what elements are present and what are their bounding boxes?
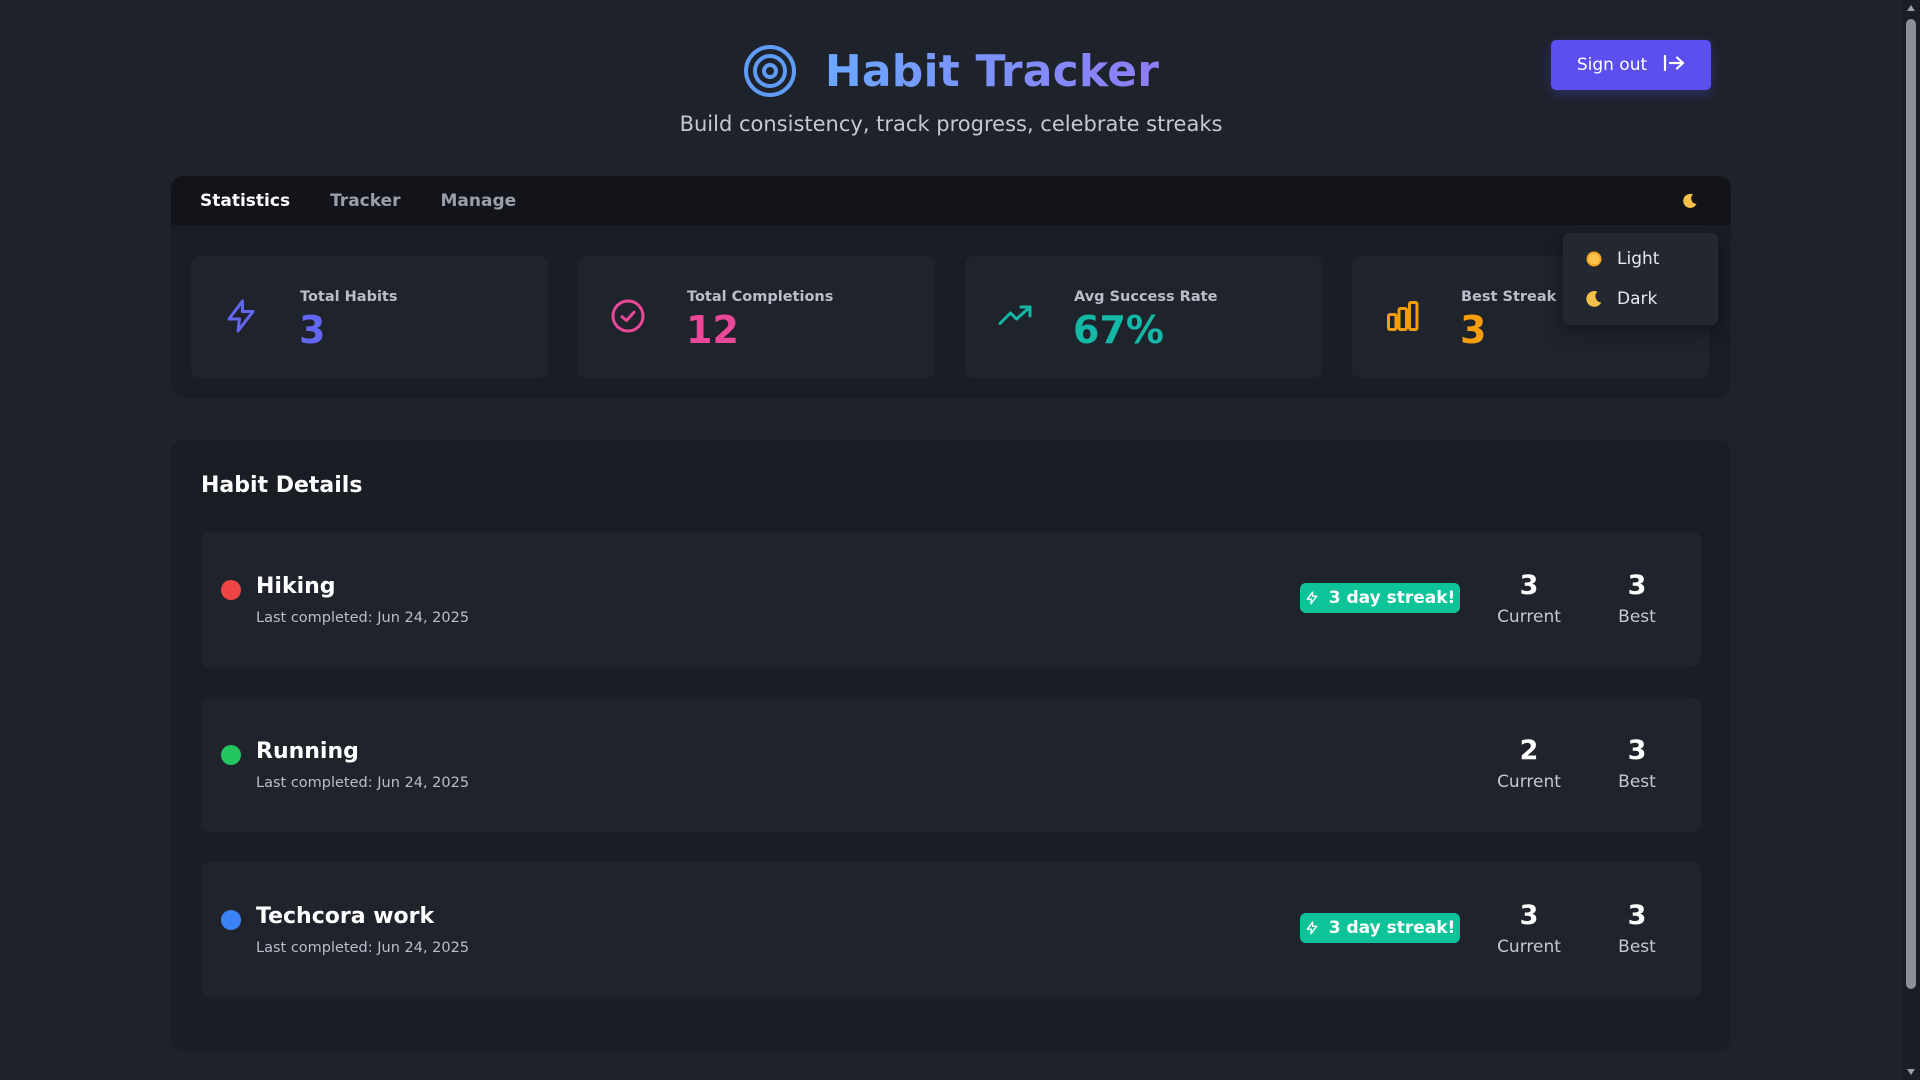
habit-last-completed: Last completed: Jun 24, 2025 bbox=[256, 775, 470, 791]
best-streak-value: 3 bbox=[1627, 900, 1647, 931]
scroll-down-arrow-icon[interactable] bbox=[1906, 1067, 1916, 1077]
current-streak: 3 Current bbox=[1489, 570, 1569, 627]
habit-row-hiking: Hiking Last completed: Jun 24, 2025 3 da… bbox=[201, 532, 1701, 667]
tab-bar: Statistics Tracker Manage bbox=[171, 176, 1731, 225]
best-streak: 3 Best bbox=[1597, 900, 1677, 957]
best-streak-label: Best bbox=[1618, 937, 1656, 957]
stat-value: 3 bbox=[299, 308, 326, 352]
stat-card-total-completions: Total Completions 12 bbox=[578, 256, 935, 378]
current-streak: 2 Current bbox=[1489, 735, 1569, 792]
stat-value: 3 bbox=[1460, 308, 1487, 352]
log-out-icon bbox=[1663, 54, 1685, 77]
scroll-up-arrow-icon[interactable] bbox=[1906, 3, 1916, 13]
scrollbar-thumb[interactable] bbox=[1906, 19, 1916, 989]
moon-icon bbox=[1586, 291, 1602, 307]
habit-details-title: Habit Details bbox=[201, 473, 363, 498]
best-streak-value: 3 bbox=[1627, 735, 1647, 766]
habit-color-dot bbox=[221, 745, 241, 765]
stat-label: Best Streak bbox=[1461, 289, 1557, 305]
current-streak-value: 3 bbox=[1519, 570, 1539, 601]
moon-icon bbox=[1683, 193, 1697, 208]
target-icon bbox=[743, 44, 797, 98]
habit-last-completed: Last completed: Jun 24, 2025 bbox=[256, 940, 470, 956]
tab-manage[interactable]: Manage bbox=[441, 191, 517, 211]
sun-icon bbox=[1586, 251, 1602, 267]
stat-card-avg-success-rate: Avg Success Rate 67% bbox=[965, 256, 1322, 378]
bar-chart-icon bbox=[1384, 298, 1420, 334]
stat-value: 67% bbox=[1073, 308, 1164, 352]
habit-details-panel: Habit Details Hiking Last completed: Jun… bbox=[171, 439, 1731, 1051]
current-streak-label: Current bbox=[1497, 937, 1561, 957]
streak-badge-label: 3 day streak! bbox=[1328, 918, 1456, 938]
vertical-scrollbar[interactable] bbox=[1902, 0, 1920, 1080]
habit-name: Hiking bbox=[256, 574, 336, 599]
tab-statistics[interactable]: Statistics bbox=[200, 191, 290, 211]
trending-up-icon bbox=[997, 298, 1033, 334]
stat-cards: Total Habits 3 Total Completions 12 Avg … bbox=[191, 256, 1709, 378]
best-streak-label: Best bbox=[1618, 772, 1656, 792]
habit-last-completed: Last completed: Jun 24, 2025 bbox=[256, 610, 470, 626]
theme-toggle-button[interactable] bbox=[1679, 190, 1701, 212]
current-streak-label: Current bbox=[1497, 772, 1561, 792]
zap-icon bbox=[1306, 921, 1318, 935]
page: Habit Tracker Build consistency, track p… bbox=[0, 0, 1902, 1080]
theme-option-light[interactable]: Light bbox=[1563, 239, 1718, 279]
habit-row-running: Running Last completed: Jun 24, 2025 2 C… bbox=[201, 697, 1701, 832]
stat-label: Total Completions bbox=[687, 289, 834, 305]
best-streak-value: 3 bbox=[1627, 570, 1647, 601]
habit-row-techcora-work: Techcora work Last completed: Jun 24, 20… bbox=[201, 862, 1701, 997]
habit-name: Techcora work bbox=[256, 904, 435, 929]
statistics-panel: Statistics Tracker Manage Total Habits 3 bbox=[171, 176, 1731, 398]
best-streak: 3 Best bbox=[1597, 570, 1677, 627]
stat-label: Avg Success Rate bbox=[1074, 289, 1218, 305]
best-streak: 3 Best bbox=[1597, 735, 1677, 792]
current-streak-label: Current bbox=[1497, 607, 1561, 627]
theme-option-dark[interactable]: Dark bbox=[1563, 279, 1718, 319]
habit-color-dot bbox=[221, 910, 241, 930]
zap-icon bbox=[1306, 591, 1318, 605]
stat-card-total-habits: Total Habits 3 bbox=[191, 256, 548, 378]
theme-option-label: Light bbox=[1617, 249, 1660, 269]
check-circle-icon bbox=[610, 298, 646, 334]
theme-menu: Light Dark bbox=[1563, 233, 1718, 325]
best-streak-label: Best bbox=[1618, 607, 1656, 627]
current-streak-value: 3 bbox=[1519, 900, 1539, 931]
stat-label: Total Habits bbox=[300, 289, 398, 305]
current-streak-value: 2 bbox=[1519, 735, 1539, 766]
sign-out-button[interactable]: Sign out bbox=[1551, 40, 1711, 90]
tab-tracker[interactable]: Tracker bbox=[330, 191, 400, 211]
habit-color-dot bbox=[221, 580, 241, 600]
streak-badge: 3 day streak! bbox=[1300, 583, 1460, 613]
streak-badge-label: 3 day streak! bbox=[1328, 588, 1456, 608]
sign-out-label: Sign out bbox=[1576, 55, 1648, 75]
app-subtitle: Build consistency, track progress, celeb… bbox=[679, 112, 1223, 136]
app-title: Habit Tracker bbox=[824, 45, 1160, 97]
current-streak: 3 Current bbox=[1489, 900, 1569, 957]
streak-badge: 3 day streak! bbox=[1300, 913, 1460, 943]
habit-name: Running bbox=[256, 739, 359, 764]
zap-icon bbox=[223, 298, 259, 334]
stat-value: 12 bbox=[686, 308, 739, 352]
theme-option-label: Dark bbox=[1617, 289, 1658, 309]
